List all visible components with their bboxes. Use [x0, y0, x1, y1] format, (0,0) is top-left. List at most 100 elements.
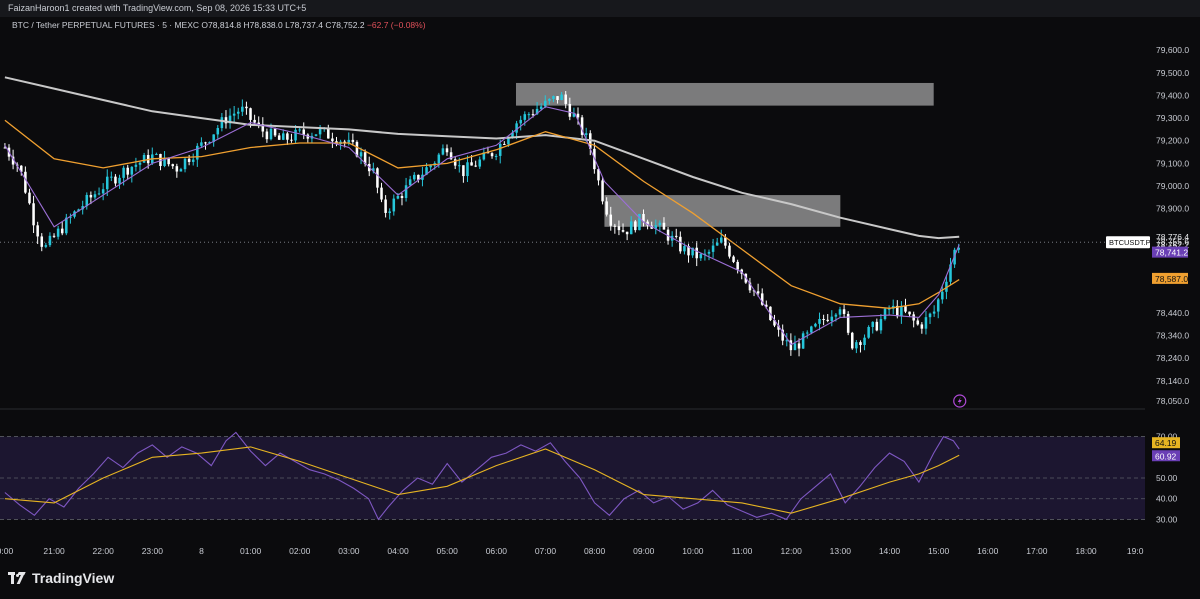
chart-canvas[interactable]: 79,600.0 79,500.0 79,400.0 79,300.0 79,200.0… — [0, 0, 1200, 562]
symbol-name[interactable]: BTC / Tether PERPETUAL FUTURES · 5 · MEX… — [12, 20, 199, 30]
candle-body — [736, 261, 739, 270]
candle-body — [850, 332, 854, 349]
brand-name: TradingView — [32, 570, 115, 586]
candle-body — [347, 139, 351, 143]
candle-body — [621, 230, 625, 232]
candle-body — [523, 114, 527, 120]
candle-body — [466, 162, 469, 177]
candle-body — [376, 168, 379, 188]
time-axis-label: 11:00 — [732, 546, 753, 556]
candle-body — [560, 94, 563, 101]
candle-body — [130, 166, 134, 175]
candle-body — [331, 138, 334, 142]
candle-body — [277, 135, 281, 140]
candle-body — [920, 324, 924, 329]
price-axis-label: 78,240.0 — [1156, 353, 1189, 363]
candle-body — [392, 198, 396, 212]
candle-body — [470, 162, 473, 166]
price-axis-label: 79,000.0 — [1156, 181, 1189, 191]
candle-body — [503, 143, 506, 145]
candle-body — [715, 242, 719, 246]
candle-body — [601, 180, 604, 202]
candle-body — [85, 194, 89, 207]
price-axis-label: 79,300.0 — [1156, 113, 1189, 123]
candle-body — [97, 193, 101, 195]
candle-body — [134, 164, 138, 167]
candle-body — [191, 159, 195, 162]
candle-body — [126, 167, 129, 175]
candle-body — [613, 225, 617, 227]
candle-body — [245, 106, 248, 109]
candle-body — [110, 176, 113, 178]
ohlc-high: 78,838.0 — [249, 20, 283, 30]
candle-body — [404, 185, 408, 198]
candle-body — [138, 162, 142, 165]
candle-body — [44, 245, 48, 247]
candle-body — [429, 165, 432, 168]
time-axis-label: 15:00 — [928, 546, 950, 556]
candle-body — [175, 166, 179, 172]
candle-body — [60, 228, 64, 234]
candle-body — [298, 129, 301, 131]
time-axis-label: 16:00 — [977, 546, 999, 556]
candle-body — [318, 128, 322, 135]
candle-body — [732, 256, 735, 262]
price-axis-label: 79,500.0 — [1156, 68, 1189, 78]
candle-body — [855, 342, 858, 349]
price-tag: 78,587.0 — [1155, 274, 1188, 284]
price-axis-label: 79,400.0 — [1156, 90, 1189, 100]
candle-body — [658, 222, 662, 226]
candle-body — [445, 148, 449, 153]
time-axis-label: 22:00 — [93, 546, 115, 556]
candle-body — [527, 114, 531, 116]
ohlc-close: 78,752.2 — [331, 20, 365, 30]
price-axis-label: 79,600.0 — [1156, 45, 1189, 55]
candle-body — [805, 332, 809, 334]
candle-body — [711, 245, 715, 252]
candle-body — [859, 342, 862, 345]
candle-body — [142, 154, 146, 163]
lightning-glyph — [957, 397, 962, 405]
candle-body — [351, 139, 355, 142]
candle-body — [396, 196, 400, 199]
candle-body — [179, 169, 183, 172]
price-axis-label: 78,140.0 — [1156, 376, 1189, 386]
price-axis-label: 78,900.0 — [1156, 204, 1189, 214]
candle-body — [462, 165, 465, 177]
brand-logo: TradingView — [8, 570, 114, 586]
candle-body — [36, 225, 39, 237]
candle-body — [838, 309, 842, 315]
candle-body — [286, 133, 289, 140]
candle-body — [498, 143, 502, 156]
candle-body — [241, 106, 244, 112]
candle-body — [863, 337, 866, 345]
candle-body — [695, 247, 698, 259]
time-axis-label: 10:00 — [682, 546, 704, 556]
time-axis-label: 08:00 — [584, 546, 606, 556]
candle-body — [908, 311, 911, 315]
candle-body — [474, 165, 477, 167]
candle-body — [52, 235, 56, 237]
price-axis-label: 78,340.0 — [1156, 331, 1189, 341]
candle-body — [114, 176, 117, 184]
price-tag: 78,741.2 — [1155, 248, 1188, 258]
candle-body — [928, 313, 932, 318]
candle-body — [879, 319, 883, 331]
candle-body — [756, 291, 760, 294]
ohlc-open: 78,814.8 — [208, 20, 242, 30]
candle-body — [48, 235, 52, 246]
candle-body — [388, 211, 391, 213]
time-axis-label: 09:00 — [633, 546, 655, 556]
candle-body — [118, 177, 121, 184]
rsi-axis-label: 40.00 — [1156, 494, 1178, 504]
candle-body — [56, 228, 60, 237]
time-axis-label: 21:00 — [43, 546, 65, 556]
zone-box — [515, 82, 934, 106]
candle-body — [548, 98, 551, 101]
candle-body — [568, 103, 572, 117]
candle-body — [564, 94, 567, 104]
time-axis-label: 23:00 — [142, 546, 164, 556]
candle-body — [453, 159, 457, 166]
candle-body — [122, 167, 125, 178]
candle-body — [216, 128, 220, 135]
